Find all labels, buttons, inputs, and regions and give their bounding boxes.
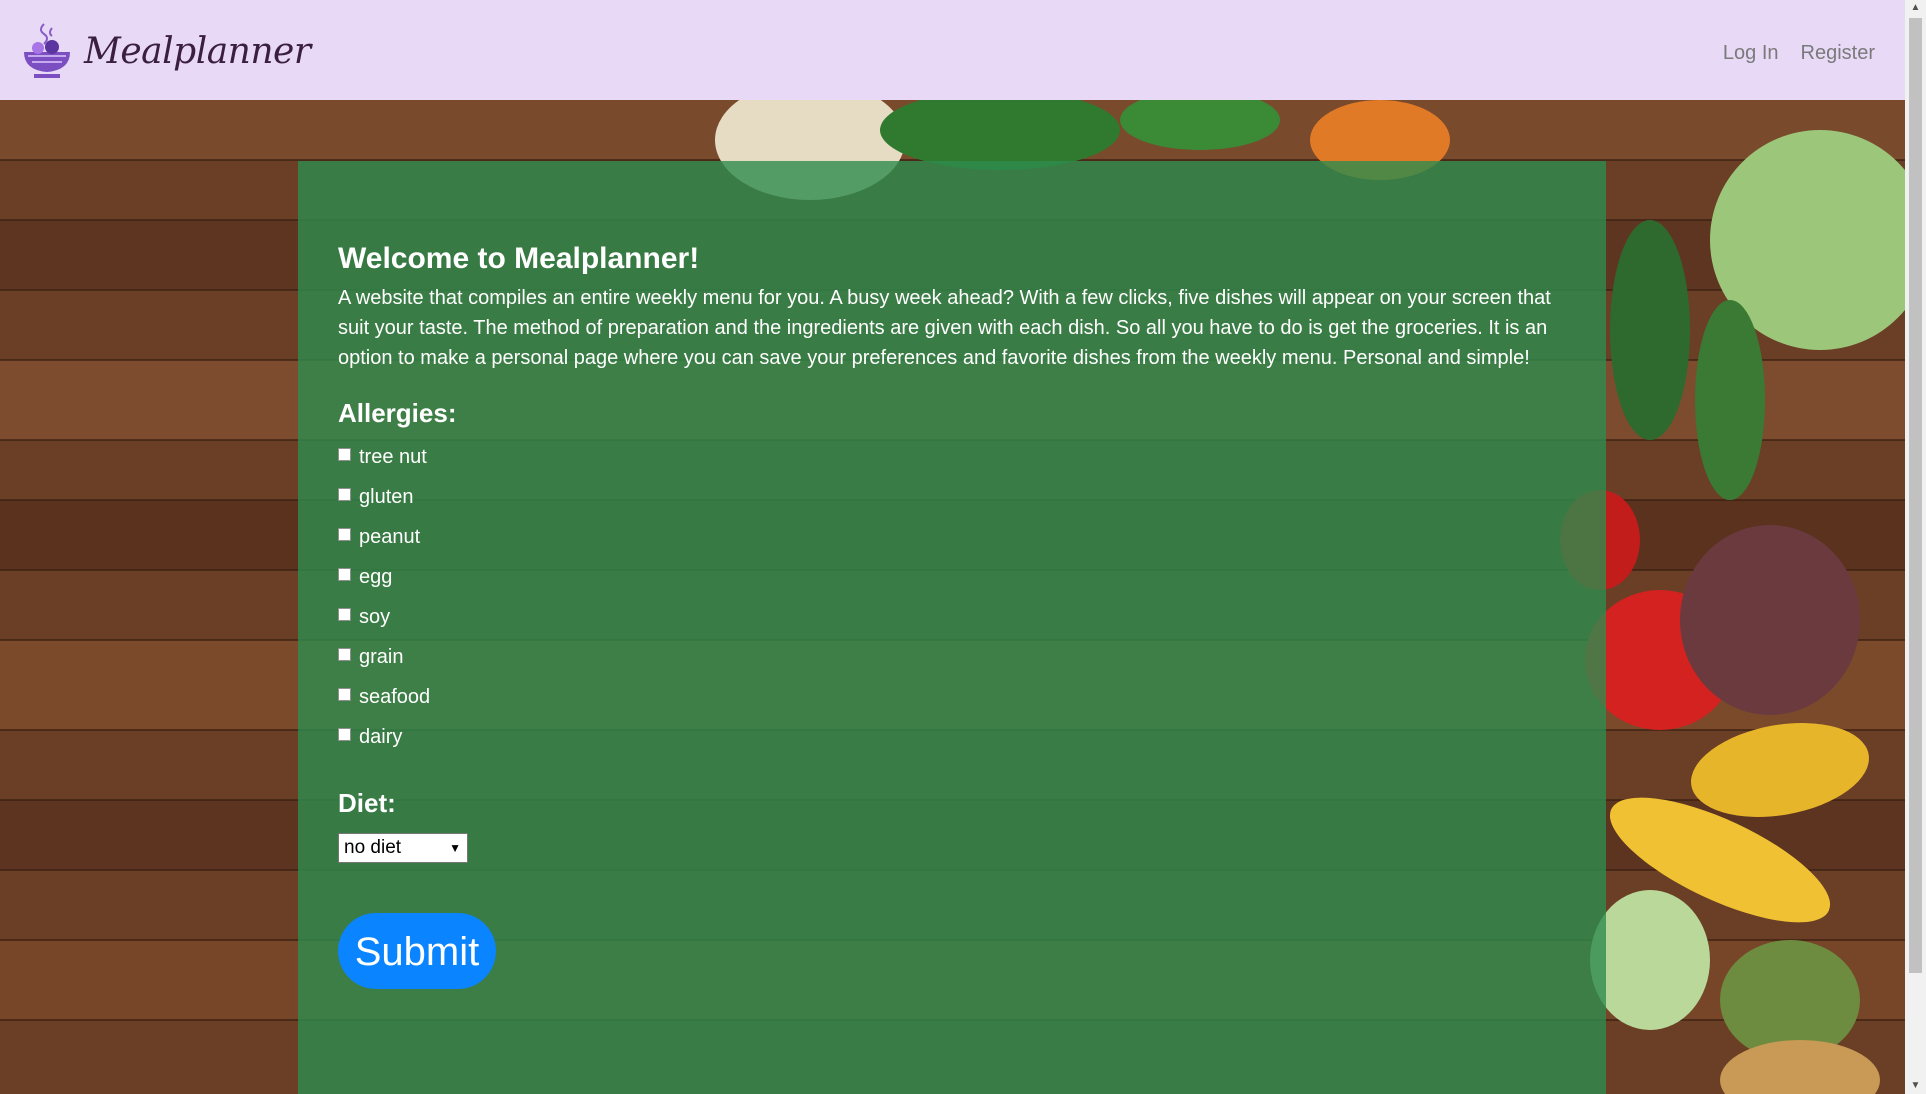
submit-button[interactable]: Submit xyxy=(338,913,496,989)
soy-checkbox[interactable] xyxy=(338,607,351,621)
navbar: Mealplanner Log In Register xyxy=(0,0,1905,100)
dairy-checkbox[interactable] xyxy=(338,727,351,741)
peanut-checkbox[interactable] xyxy=(338,527,351,541)
viewport: Mealplanner Log In Register Welcome to M… xyxy=(0,0,1905,1094)
scroll-down-arrow-icon[interactable]: ▼ xyxy=(1905,1078,1926,1094)
scrollbar-thumb[interactable] xyxy=(1909,18,1922,973)
gluten-label[interactable]: gluten xyxy=(359,486,414,509)
allergy-option-gluten: gluten xyxy=(338,477,1568,517)
dairy-label[interactable]: dairy xyxy=(359,726,402,749)
brand-name: Mealplanner xyxy=(84,30,311,72)
bowl-logo-icon xyxy=(24,23,70,78)
peanut-label[interactable]: peanut xyxy=(359,526,420,549)
allergy-option-egg: egg xyxy=(338,557,1568,597)
allergies-heading: Allergies: xyxy=(338,398,457,428)
allergy-option-soy: soy xyxy=(338,597,1568,637)
seafood-label[interactable]: seafood xyxy=(359,686,430,709)
soy-label[interactable]: soy xyxy=(359,606,390,629)
scroll-up-arrow-icon[interactable]: ▲ xyxy=(1905,0,1926,16)
tree-nut-checkbox[interactable] xyxy=(338,447,351,461)
welcome-card: Welcome to Mealplanner! A website that c… xyxy=(298,161,1606,1094)
grain-label[interactable]: grain xyxy=(359,646,403,669)
preferences-form: Welcome to Mealplanner! A website that c… xyxy=(338,241,1568,989)
register-link[interactable]: Register xyxy=(1801,42,1875,65)
allergy-option-dairy: dairy xyxy=(338,717,1568,757)
allergy-option-seafood: seafood xyxy=(338,677,1568,717)
grain-checkbox[interactable] xyxy=(338,647,351,661)
tree-nut-label[interactable]: tree nut xyxy=(359,446,427,469)
diet-heading: Diet: xyxy=(338,788,396,818)
dropdown-arrow-icon: ▼ xyxy=(449,841,461,855)
diet-select[interactable]: no diet ▼ xyxy=(338,833,468,863)
brand-link[interactable]: Mealplanner xyxy=(22,22,311,80)
login-link[interactable]: Log In xyxy=(1723,42,1779,65)
intro-text: A website that compiles an entire weekly… xyxy=(338,287,1551,369)
allergy-option-grain: grain xyxy=(338,637,1568,677)
egg-label[interactable]: egg xyxy=(359,566,392,589)
nav-links: Log In Register xyxy=(1723,42,1875,65)
page-title: Welcome to Mealplanner! xyxy=(338,242,700,275)
allergy-option-tree-nut: tree nut xyxy=(338,437,1568,477)
seafood-checkbox[interactable] xyxy=(338,687,351,701)
allergy-option-peanut: peanut xyxy=(338,517,1568,557)
diet-select-value: no diet xyxy=(344,837,402,858)
gluten-checkbox[interactable] xyxy=(338,487,351,501)
egg-checkbox[interactable] xyxy=(338,567,351,581)
vertical-scrollbar[interactable]: ▲ ▼ xyxy=(1905,0,1926,1094)
